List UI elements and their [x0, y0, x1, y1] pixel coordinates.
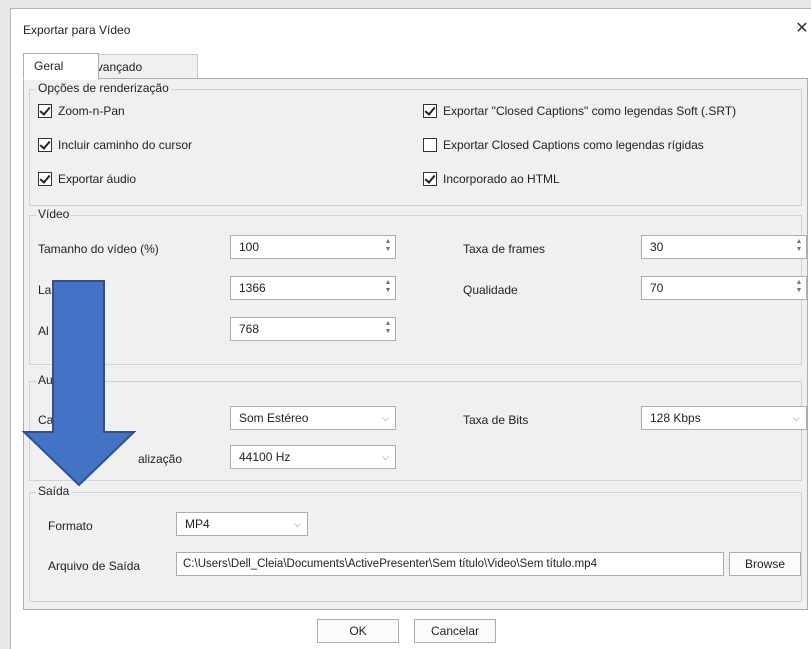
tab-panel-geral: Opções de renderização Zoom-n-Pan Inclui…: [23, 78, 808, 610]
samplerate-label: alização: [138, 452, 183, 466]
render-options-title: Opções de renderização: [36, 81, 171, 95]
chevron-down-icon: ⌵: [793, 413, 800, 423]
checkbox-box: [38, 172, 52, 186]
cursor-path-label: Incluir caminho do cursor: [58, 138, 193, 152]
width-input[interactable]: 1366 ▲ ▼: [230, 276, 396, 300]
format-value: MP4: [185, 517, 210, 531]
chevron-down-icon: ⌵: [382, 452, 389, 462]
spinner-icon[interactable]: ▲ ▼: [383, 238, 393, 256]
embed-html-checkbox[interactable]: Incorporado ao HTML: [423, 171, 560, 187]
chevron-down-icon: ⌵: [294, 519, 301, 529]
format-label: Formato: [48, 519, 93, 533]
bitrate-select[interactable]: 128 Kbps ⌵: [641, 406, 807, 430]
cancel-button[interactable]: Cancelar: [414, 619, 496, 643]
spinner-icon[interactable]: ▲ ▼: [383, 279, 393, 297]
render-options-group: Opções de renderização Zoom-n-Pan Inclui…: [29, 81, 802, 206]
output-group-title: Saída: [36, 484, 72, 498]
hard-captions-label: Exportar Closed Captions como legendas r…: [443, 138, 704, 152]
framerate-input[interactable]: 30 ▲ ▼: [641, 235, 807, 259]
channels-label: Ca: [38, 413, 54, 427]
audio-group: Au Ca Som Estéreo ⌵ Taxa de Bits 128 Kbp…: [29, 373, 807, 481]
video-group-title: Vídeo: [36, 207, 72, 221]
height-label: Al: [38, 324, 49, 338]
export-audio-checkbox[interactable]: Exportar áudio: [38, 171, 136, 187]
width-label: La: [38, 283, 52, 297]
hard-captions-checkbox[interactable]: Exportar Closed Captions como legendas r…: [423, 137, 704, 153]
channels-select[interactable]: Som Estéreo ⌵: [230, 406, 396, 430]
framerate-value: 30: [650, 240, 664, 254]
format-select[interactable]: MP4 ⌵: [176, 512, 308, 536]
height-value: 768: [239, 322, 260, 336]
height-input[interactable]: 768 ▲ ▼: [230, 317, 396, 341]
tab-geral[interactable]: Geral: [23, 53, 99, 80]
ok-button[interactable]: OK: [317, 619, 399, 643]
checkbox-box: [38, 104, 52, 118]
video-size-value: 100: [239, 240, 260, 254]
export-video-dialog: Exportar para Vídeo ✕ Geral Avançado Opç…: [10, 8, 811, 649]
title-bar: Exportar para Vídeo ✕: [11, 9, 811, 49]
zoom-n-pan-label: Zoom-n-Pan: [58, 104, 125, 118]
zoom-n-pan-checkbox[interactable]: Zoom-n-Pan: [38, 103, 125, 119]
width-value: 1366: [239, 281, 266, 295]
spinner-icon[interactable]: ▲ ▼: [794, 238, 804, 256]
checkbox-box: [423, 104, 437, 118]
output-file-input[interactable]: C:\Users\Dell_Cleia\Documents\ActivePres…: [176, 552, 724, 576]
chevron-down-icon: ⌵: [382, 413, 389, 423]
output-file-value: C:\Users\Dell_Cleia\Documents\ActivePres…: [183, 558, 597, 570]
spinner-icon[interactable]: ▲ ▼: [383, 320, 393, 338]
framerate-label: Taxa de frames: [463, 242, 546, 256]
dialog-title: Exportar para Vídeo: [23, 23, 131, 37]
channels-value: Som Estéreo: [239, 411, 309, 425]
output-group: Saída Formato MP4 ⌵ Arquivo de Saída C:\…: [29, 484, 802, 602]
checkbox-box: [38, 138, 52, 152]
quality-value: 70: [650, 281, 664, 295]
quality-label: Qualidade: [463, 283, 518, 297]
output-file-label: Arquivo de Saída: [48, 559, 141, 573]
checkbox-box: [423, 172, 437, 186]
samplerate-value: 44100 Hz: [239, 450, 291, 464]
quality-input[interactable]: 70 ▲ ▼: [641, 276, 807, 300]
bitrate-value: 128 Kbps: [650, 411, 701, 425]
browse-button[interactable]: Browse: [729, 552, 801, 576]
cursor-path-checkbox[interactable]: Incluir caminho do cursor: [38, 137, 192, 153]
bitrate-label: Taxa de Bits: [463, 413, 529, 427]
embed-html-label: Incorporado ao HTML: [443, 172, 560, 186]
video-size-input[interactable]: 100 ▲ ▼: [230, 235, 396, 259]
video-group: Vídeo Tamanho do vídeo (%) 100 ▲ ▼ La 136…: [29, 207, 807, 365]
export-audio-label: Exportar áudio: [58, 172, 137, 186]
audio-group-title: Au: [36, 373, 55, 387]
spinner-icon[interactable]: ▲ ▼: [794, 279, 804, 297]
soft-captions-checkbox[interactable]: Exportar "Closed Captions" como legendas…: [423, 103, 736, 119]
video-size-label: Tamanho do vídeo (%): [38, 242, 159, 256]
checkbox-box: [423, 138, 437, 152]
close-icon[interactable]: ✕: [792, 19, 811, 39]
soft-captions-label: Exportar "Closed Captions" como legendas…: [443, 104, 737, 118]
samplerate-select[interactable]: 44100 Hz ⌵: [230, 445, 396, 469]
